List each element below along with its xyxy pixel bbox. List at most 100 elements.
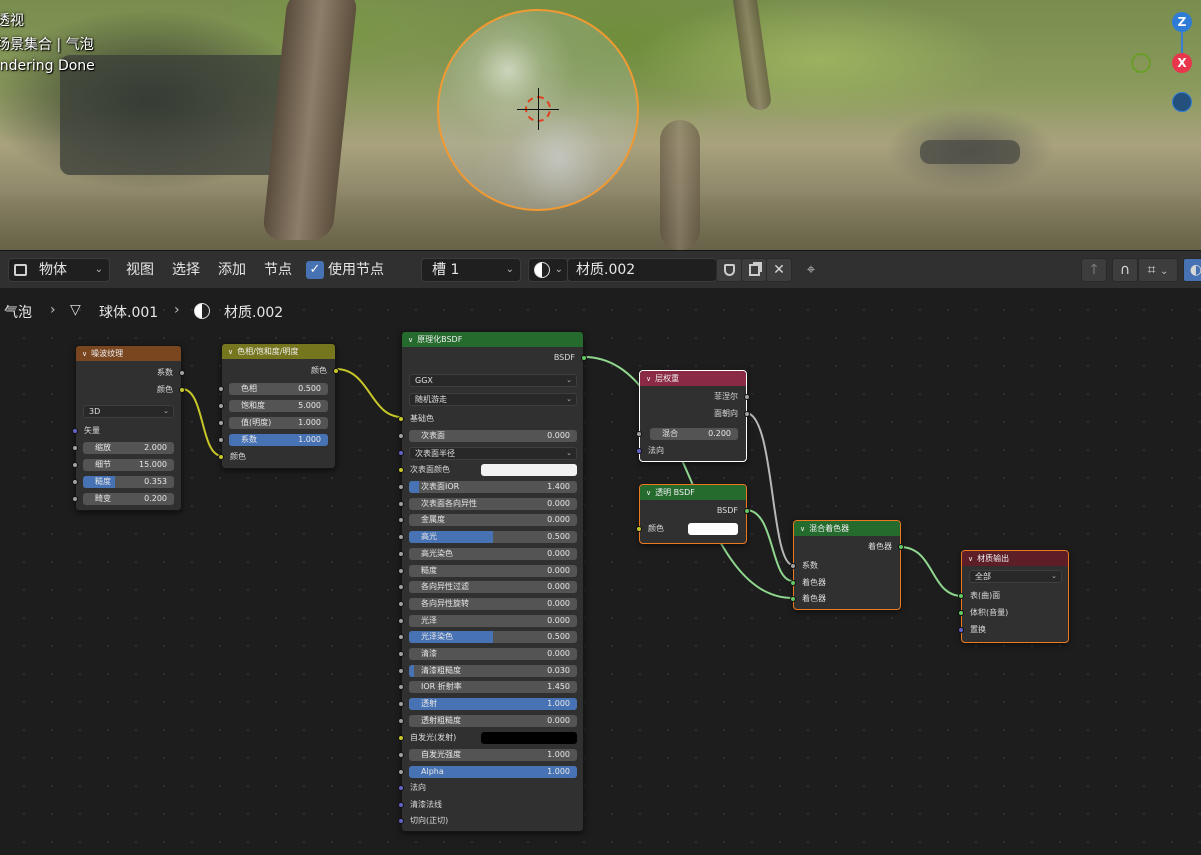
subsurface-color-swatch[interactable] <box>481 464 577 476</box>
scale-field[interactable]: 缩放 2.000 <box>83 442 174 454</box>
use-nodes-checkbox[interactable]: ✓ <box>306 261 324 279</box>
node-hue-saturation[interactable]: ∨ 色相/饱和度/明度 颜色 色相 0.500 饱和度 5.000 值(明度) 1.00… <box>218 343 339 469</box>
collapse-icon[interactable]: ∨ <box>968 555 973 563</box>
input-socket[interactable] <box>636 431 642 437</box>
menu-node[interactable]: 节点 <box>264 258 292 282</box>
emission-strength-field[interactable]: 自发光强度 1.000 <box>409 749 577 761</box>
gizmo-y-axis-icon[interactable] <box>1131 53 1151 73</box>
input-socket[interactable] <box>398 617 404 624</box>
node-transparent-header[interactable]: ∨ 透明 BSDF <box>640 485 746 500</box>
input-socket[interactable] <box>398 752 404 758</box>
principled-field[interactable]: 糙度 0.000 <box>409 564 577 577</box>
distribution-dropdown[interactable]: GGX ⌄ <box>409 374 577 387</box>
input-socket[interactable] <box>398 433 404 439</box>
input-socket[interactable] <box>398 484 404 490</box>
material-name-field[interactable]: 材质.002 <box>567 258 717 282</box>
output-socket[interactable] <box>179 370 185 376</box>
input-socket[interactable] <box>398 717 404 724</box>
node-material-output[interactable]: ∨ 材质输出 全部 ⌄ 表(曲)面 体积(音量) 置换 <box>958 550 1069 643</box>
node-output-header[interactable]: ∨ 材质输出 <box>962 551 1068 566</box>
unlink-material-button[interactable]: ✕ <box>766 258 792 282</box>
input-socket[interactable] <box>790 596 796 602</box>
snap-toggle-button[interactable]: ∩ <box>1112 258 1138 282</box>
input-socket[interactable] <box>398 550 404 557</box>
menu-add[interactable]: 添加 <box>218 258 246 282</box>
dimension-dropdown[interactable]: 3D ⌄ <box>83 405 174 418</box>
output-socket[interactable] <box>333 368 339 374</box>
collapse-icon[interactable]: ∨ <box>408 336 413 344</box>
input-socket[interactable] <box>790 563 796 569</box>
input-socket[interactable] <box>398 769 404 775</box>
slot-dropdown[interactable]: 槽 1 ⌄ <box>421 258 521 282</box>
parent-node-tree-button[interactable]: ↑ <box>1081 258 1107 282</box>
node-mix-shader[interactable]: ∨ 混合着色器 着色器 系数 着色器 着色器 <box>790 520 904 610</box>
input-socket[interactable] <box>958 610 964 616</box>
principled-field[interactable]: 透射粗糙度 0.000 <box>409 714 577 727</box>
output-socket[interactable] <box>581 355 587 361</box>
input-socket[interactable] <box>218 403 224 409</box>
node-layer-weight-header[interactable]: ∨ 层权重 <box>640 371 746 386</box>
input-socket[interactable] <box>398 416 404 422</box>
collapse-icon[interactable]: ∨ <box>228 348 233 356</box>
input-socket[interactable] <box>790 580 796 586</box>
subsurface-radius-dropdown[interactable]: 次表面半径 ⌄ <box>409 447 577 460</box>
input-socket[interactable] <box>398 467 404 473</box>
collapse-icon[interactable]: ∨ <box>646 375 651 383</box>
output-socket[interactable] <box>744 508 750 514</box>
output-socket[interactable] <box>179 387 185 393</box>
input-socket[interactable] <box>958 593 964 599</box>
output-socket[interactable] <box>898 544 904 550</box>
node-noise-header[interactable]: ∨ 噪波纹理 <box>76 346 181 361</box>
input-socket[interactable] <box>218 386 224 392</box>
emission-color-swatch[interactable] <box>481 732 577 744</box>
subsurface-field[interactable]: 次表面 0.000 <box>409 430 577 442</box>
input-socket[interactable] <box>398 600 404 607</box>
input-socket[interactable] <box>398 684 404 691</box>
input-socket[interactable] <box>398 584 404 591</box>
overlay-toggle-button[interactable]: ◐ <box>1183 258 1201 282</box>
blend-field[interactable]: 混合 0.200 <box>650 428 738 440</box>
input-socket[interactable] <box>398 450 404 456</box>
pin-button[interactable]: ⌖ <box>800 260 822 280</box>
gizmo-neg-z-axis-icon[interactable] <box>1172 92 1192 112</box>
principled-field[interactable]: 次表面各向异性 0.000 <box>409 497 577 510</box>
input-socket[interactable] <box>398 818 404 824</box>
input-socket[interactable] <box>72 479 78 485</box>
input-socket[interactable] <box>218 454 224 460</box>
input-socket[interactable] <box>398 567 404 574</box>
input-socket[interactable] <box>72 445 78 451</box>
node-principled-header[interactable]: ∨ 原理化BSDF <box>402 332 583 347</box>
principled-field[interactable]: 清漆 0.000 <box>409 648 577 660</box>
input-socket[interactable] <box>218 420 224 426</box>
input-socket[interactable] <box>398 534 404 541</box>
input-socket[interactable] <box>398 785 404 791</box>
principled-field[interactable]: 金属度 0.000 <box>409 514 577 527</box>
principled-field[interactable]: 高光 0.500 <box>409 531 577 544</box>
output-socket[interactable] <box>744 411 750 417</box>
output-socket[interactable] <box>744 394 750 400</box>
value-field[interactable]: 值(明度) 1.000 <box>229 417 328 429</box>
input-socket[interactable] <box>398 517 404 524</box>
input-socket[interactable] <box>958 627 964 633</box>
factor-field[interactable]: 系数 1.000 <box>229 434 328 446</box>
gizmo-z-axis-icon[interactable]: Z <box>1172 12 1192 32</box>
principled-field[interactable]: 高光染色 0.000 <box>409 547 577 560</box>
alpha-field[interactable]: Alpha 1.000 <box>409 766 577 778</box>
principled-field[interactable]: 各向异性旋转 0.000 <box>409 597 577 610</box>
principled-field[interactable]: 次表面IOR 1.400 <box>409 481 577 493</box>
node-noise-texture[interactable]: ∨ 噪波纹理 系数 颜色 3D ⌄ 矢量 缩放 2.000 细节 15.000 糙度 0.… <box>72 345 185 511</box>
collapse-icon[interactable]: ∨ <box>800 525 805 533</box>
saturation-field[interactable]: 饱和度 5.000 <box>229 400 328 412</box>
input-socket[interactable] <box>72 496 78 502</box>
gizmo-x-axis-icon[interactable]: X <box>1172 53 1192 73</box>
roughness-field[interactable]: 糙度 0.353 <box>83 476 174 488</box>
collapse-icon[interactable]: ∨ <box>646 489 651 497</box>
node-transparent-bsdf[interactable]: ∨ 透明 BSDF BSDF 颜色 <box>636 484 750 544</box>
input-socket[interactable] <box>218 437 224 443</box>
node-principled-bsdf[interactable]: ∨ 原理化BSDF BSDF GGX ⌄ 随机游走 ⌄ 基础色 次表面 0.000 次表… <box>398 331 587 832</box>
color-swatch[interactable] <box>688 523 738 535</box>
input-socket[interactable] <box>398 802 404 808</box>
menu-view[interactable]: 视图 <box>126 258 154 282</box>
principled-field[interactable]: 透射 1.000 <box>409 698 577 711</box>
target-dropdown[interactable]: 全部 ⌄ <box>969 570 1062 583</box>
